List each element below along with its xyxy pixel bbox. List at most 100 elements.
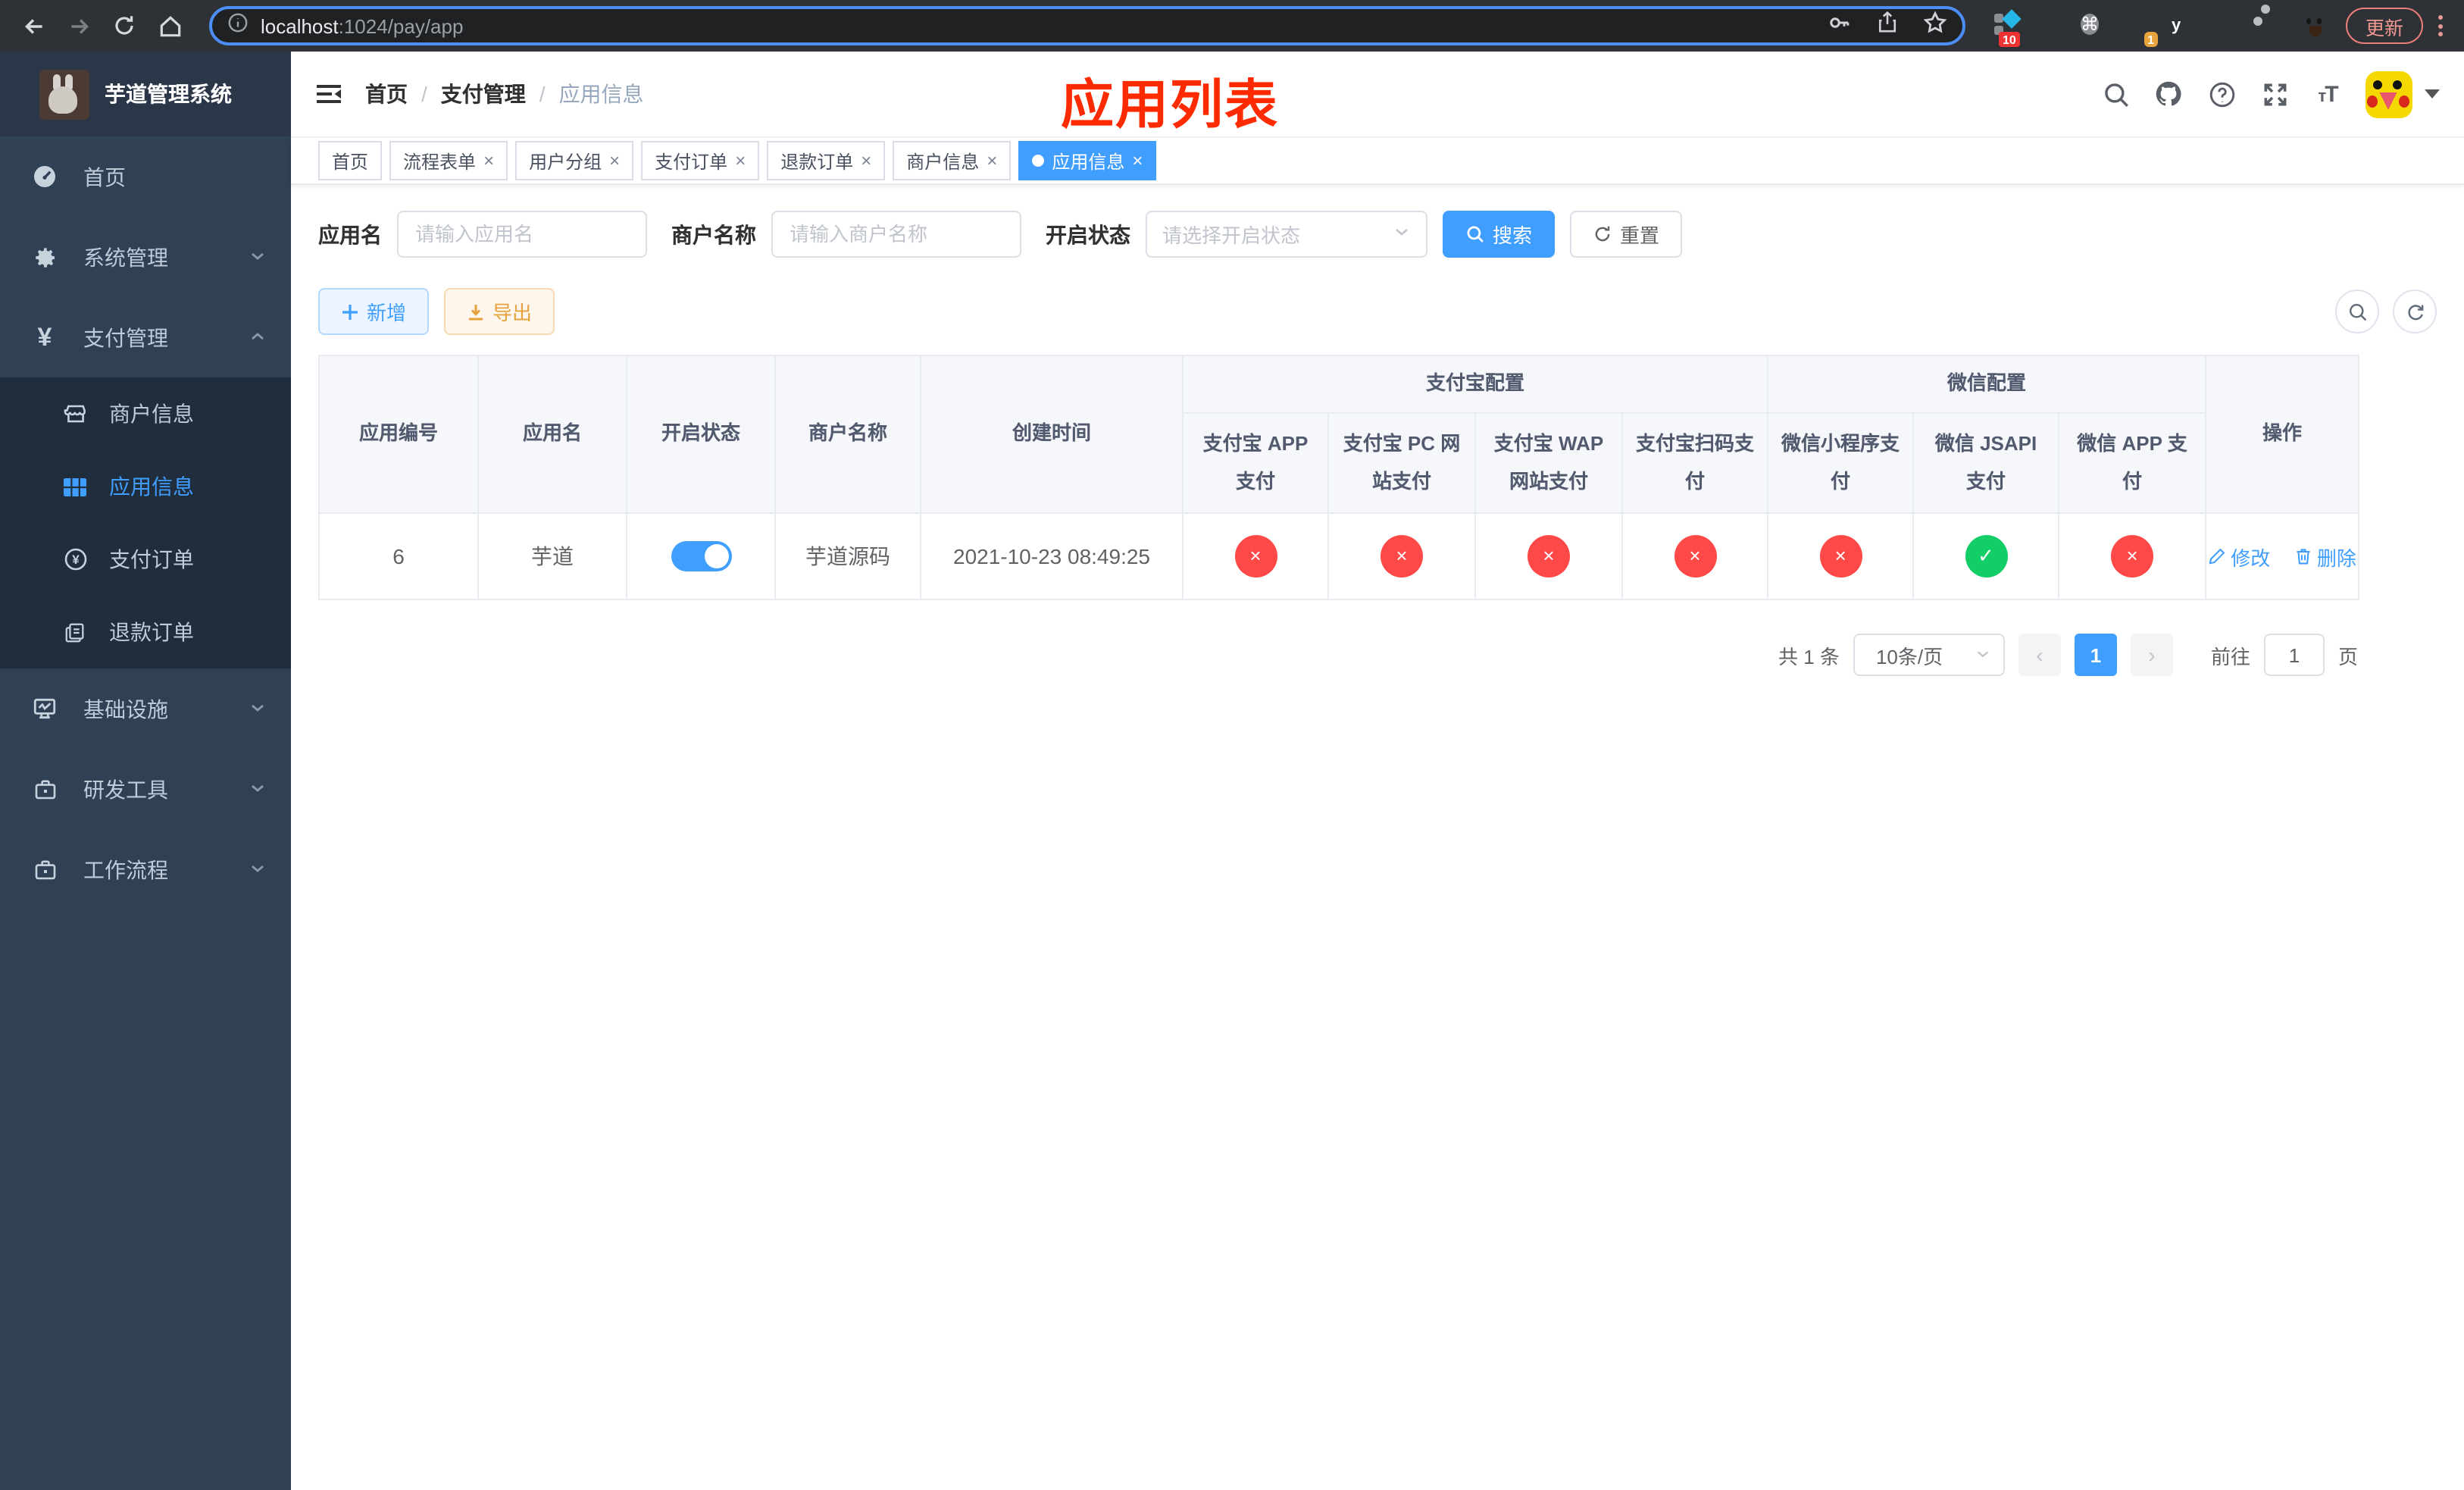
browser-update-button[interactable]: 更新 xyxy=(2345,8,2423,44)
extension-command-icon[interactable]: ⌘ xyxy=(2080,11,2111,41)
extensions-puzzle-icon[interactable] xyxy=(2256,11,2287,41)
page-size-select[interactable]: 10条/页 xyxy=(1853,634,2005,676)
extension-badge: 1 xyxy=(2143,32,2158,47)
total-count: 共 1 条 xyxy=(1778,645,1840,668)
delete-link[interactable]: 删除 xyxy=(2294,542,2356,571)
forward-icon[interactable] xyxy=(61,8,97,44)
goto-label: 前往 xyxy=(2210,645,2250,668)
search-button[interactable]: 搜索 xyxy=(1443,211,1556,258)
tag-process-form[interactable]: 流程表单 × xyxy=(389,141,508,180)
cell-app-id: 6 xyxy=(318,512,479,600)
reload-icon[interactable] xyxy=(106,8,142,44)
font-size-icon[interactable]: тT xyxy=(2312,79,2343,109)
sidebar-item-infrastructure[interactable]: 基础设施 xyxy=(0,668,291,749)
extension-balloon-icon[interactable] xyxy=(2037,11,2067,41)
chevron-down-icon xyxy=(249,696,267,721)
tag-refund-order[interactable]: 退款订单 × xyxy=(767,141,886,180)
reset-button[interactable]: 重置 xyxy=(1570,211,1683,258)
chevron-down-icon xyxy=(249,245,267,269)
merchant-name-input[interactable] xyxy=(771,211,1021,258)
extension-camera-icon[interactable]: 1 xyxy=(2125,11,2158,47)
github-icon[interactable] xyxy=(2153,79,2184,109)
sidebar-item-payment[interactable]: ¥ 支付管理 xyxy=(0,297,291,377)
sidebar-item-label: 退款订单 xyxy=(109,620,194,644)
site-info-icon[interactable] xyxy=(227,11,249,40)
status-select-placeholder: 请选择开启状态 xyxy=(1162,224,1301,247)
dashboard-icon xyxy=(32,164,58,189)
sidebar-item-dev-tools[interactable]: 研发工具 xyxy=(0,749,291,829)
sidebar-item-home[interactable]: 首页 xyxy=(0,136,291,217)
svg-text:¥: ¥ xyxy=(71,552,79,567)
table-row: 6 芋道 芋道源码 2021-10-23 08:49:25 × × × × × … xyxy=(318,512,2360,600)
tag-pay-order[interactable]: 支付订单 × xyxy=(641,141,760,180)
sidebar-item-label: 支付管理 xyxy=(83,325,168,349)
tag-app-info-active[interactable]: 应用信息 × xyxy=(1018,141,1157,180)
extension-grid-icon[interactable]: 10 xyxy=(1993,9,2023,47)
share-icon[interactable] xyxy=(1876,11,1899,41)
bookmark-star-icon[interactable] xyxy=(1923,10,1947,42)
breadcrumb-home[interactable]: 首页 xyxy=(365,79,408,109)
back-icon[interactable] xyxy=(15,8,52,44)
sidebar-item-app-info[interactable]: 应用信息 xyxy=(0,450,291,523)
enable-toggle[interactable] xyxy=(671,541,731,571)
extension-y-icon[interactable] xyxy=(2169,11,2199,41)
chevron-down-icon xyxy=(249,857,267,881)
close-icon[interactable]: × xyxy=(483,150,494,171)
status-cross-icon: × xyxy=(1234,535,1277,578)
home-icon[interactable] xyxy=(152,8,188,44)
show-search-button[interactable] xyxy=(2335,290,2379,333)
edit-link[interactable]: 修改 xyxy=(2208,542,2270,571)
tag-home[interactable]: 首页 xyxy=(318,141,383,180)
close-icon[interactable]: × xyxy=(609,150,620,171)
breadcrumb-section[interactable]: 支付管理 xyxy=(441,79,526,109)
breadcrumb: 首页 / 支付管理 / 应用信息 xyxy=(365,79,644,109)
address-bar[interactable]: localhost:1024/pay/app xyxy=(209,6,1965,45)
avatar[interactable] xyxy=(2366,70,2412,117)
payment-submenu: 商户信息 应用信息 ¥ 支付订单 退款订单 xyxy=(0,377,291,668)
close-icon[interactable]: × xyxy=(987,150,997,171)
goto-unit: 页 xyxy=(2337,645,2358,668)
grid-table-icon xyxy=(62,474,88,499)
help-icon[interactable] xyxy=(2206,79,2237,109)
close-icon[interactable]: × xyxy=(735,150,746,171)
briefcase-icon xyxy=(32,856,58,882)
sidebar-item-label: 基础设施 xyxy=(83,696,168,721)
next-page-button[interactable]: › xyxy=(2130,634,2173,676)
key-icon[interactable] xyxy=(1828,10,1852,42)
sidebar-item-label: 应用信息 xyxy=(109,474,194,499)
app-name-input[interactable] xyxy=(397,211,647,258)
sidebar-item-system[interactable]: 系统管理 xyxy=(0,217,291,297)
sidebar-fold-icon[interactable] xyxy=(314,79,344,109)
status-select[interactable]: 请选择开启状态 xyxy=(1146,211,1427,258)
page-1-button[interactable]: 1 xyxy=(2074,634,2117,676)
add-button[interactable]: 新增 xyxy=(318,288,430,335)
sidebar-item-merchant-info[interactable]: 商户信息 xyxy=(0,377,291,450)
fullscreen-icon[interactable] xyxy=(2259,79,2290,109)
sidebar-item-refund-order[interactable]: 退款订单 xyxy=(0,596,291,668)
sidebar-item-workflow[interactable]: 工作流程 xyxy=(0,829,291,909)
sidebar-item-label: 研发工具 xyxy=(83,777,168,801)
col-alipay-qr: 支付宝扫码支付 xyxy=(1621,412,1769,514)
col-alipay-app: 支付宝 APP 支付 xyxy=(1182,412,1329,514)
plus-icon xyxy=(342,304,358,319)
export-button[interactable]: 导出 xyxy=(444,288,555,335)
cell-alipay-qr: × xyxy=(1621,512,1769,600)
tag-user-group[interactable]: 用户分组 × xyxy=(515,141,634,180)
extension-chat-icon[interactable] xyxy=(2212,11,2243,41)
tag-merchant-info[interactable]: 商户信息 × xyxy=(893,141,1012,180)
status-cross-icon: × xyxy=(1819,535,1862,578)
browser-menu-icon[interactable] xyxy=(2432,15,2449,36)
extensions-tray: 10 ⌘ 1 xyxy=(1987,9,2337,47)
profile-emoji-icon[interactable] xyxy=(2300,11,2331,41)
status-cross-icon: × xyxy=(1527,535,1570,578)
goto-page-input[interactable] xyxy=(2263,634,2325,676)
header-search-icon[interactable] xyxy=(2100,79,2131,109)
refresh-table-button[interactable] xyxy=(2393,290,2437,333)
user-menu[interactable] xyxy=(2366,70,2440,117)
close-icon[interactable]: × xyxy=(861,150,871,171)
col-wechat-mini: 微信小程序支付 xyxy=(1767,412,1915,514)
sidebar-item-pay-order[interactable]: ¥ 支付订单 xyxy=(0,523,291,596)
col-status: 开启状态 xyxy=(626,355,776,514)
close-icon[interactable]: × xyxy=(1132,150,1143,171)
prev-page-button[interactable]: ‹ xyxy=(2018,634,2061,676)
